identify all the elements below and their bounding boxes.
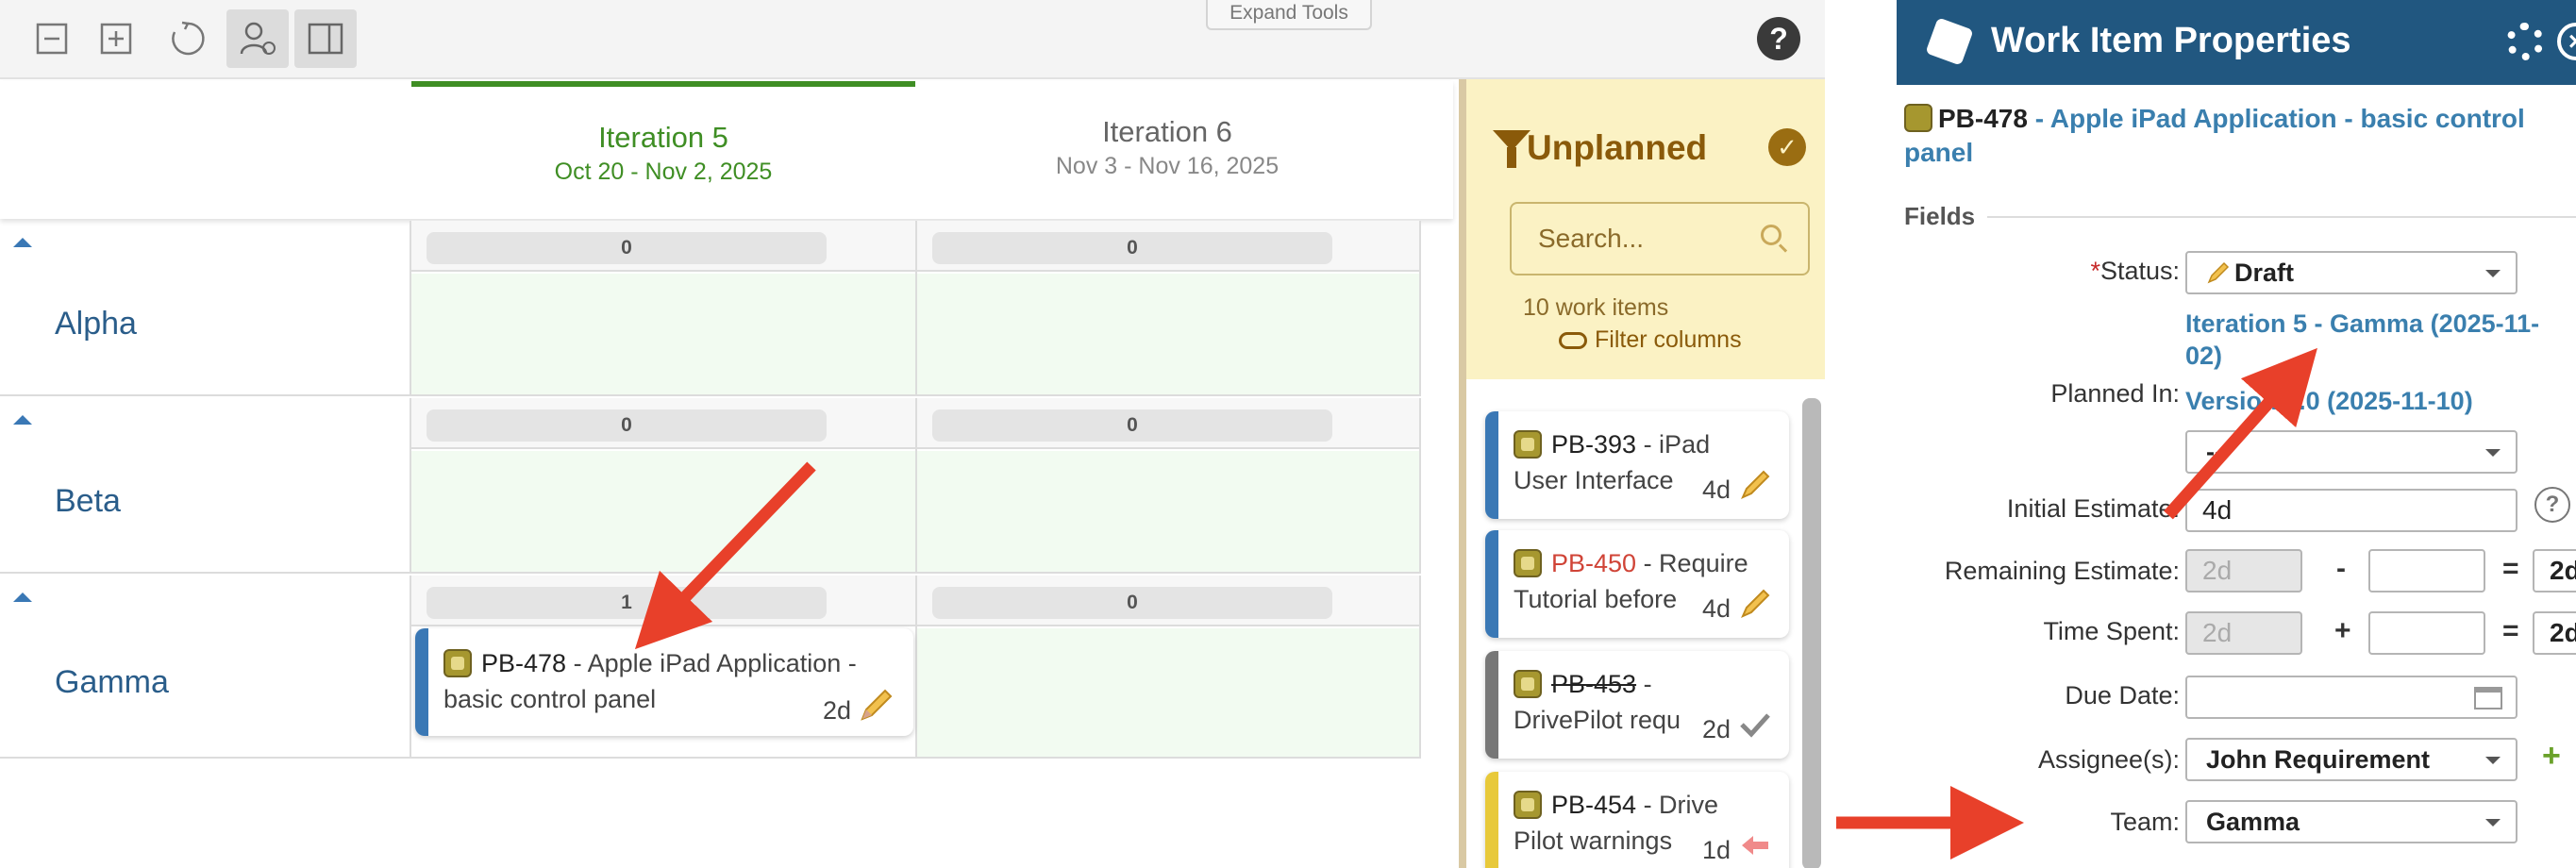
annotation-arrow-planned-in <box>2164 347 2317 520</box>
annotation-arrows <box>634 347 2317 860</box>
annotation-arrow-card <box>634 461 816 650</box>
